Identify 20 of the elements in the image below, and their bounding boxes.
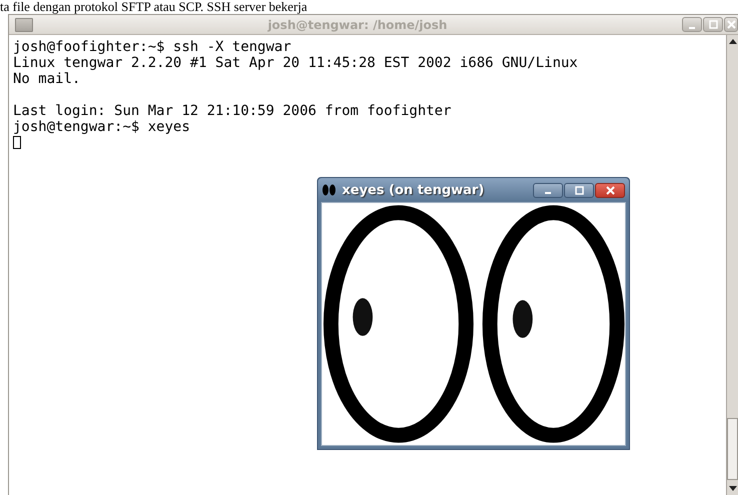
document-text: ta file dengan protokol SFTP atau SCP. SSH server bekerja xyxy=(0,0,308,14)
maximize-button[interactable] xyxy=(564,182,594,198)
eyes-icon xyxy=(322,184,336,196)
maximize-icon xyxy=(574,186,584,194)
scrollbar[interactable] xyxy=(726,35,738,495)
terminal-line: No mail. xyxy=(13,71,82,87)
close-button[interactable] xyxy=(595,182,625,198)
terminal-line: josh@tengwar:~$ xeyes xyxy=(13,119,192,135)
terminal-line: Linux tengwar 2.2.20 #1 Sat Apr 20 11:45:28 EST 2002 i686 GNU/Linux xyxy=(13,55,579,71)
terminal-line: Last login: Sun Mar 12 21:10:59 2006 from foofighter xyxy=(13,103,452,119)
minimize-icon xyxy=(545,192,551,194)
minimize-button[interactable] xyxy=(533,182,563,198)
maximize-icon xyxy=(708,20,718,29)
terminal-icon[interactable] xyxy=(15,18,33,32)
minimize-icon xyxy=(689,26,695,28)
xeyes-title: xeyes (on tengwar) xyxy=(342,182,484,198)
close-icon xyxy=(606,186,614,194)
close-icon xyxy=(726,20,736,29)
terminal-line: josh@foofighter:~$ ssh -X tengwar xyxy=(13,39,292,55)
window-title: josh@tengwar: /home/josh xyxy=(266,18,448,32)
